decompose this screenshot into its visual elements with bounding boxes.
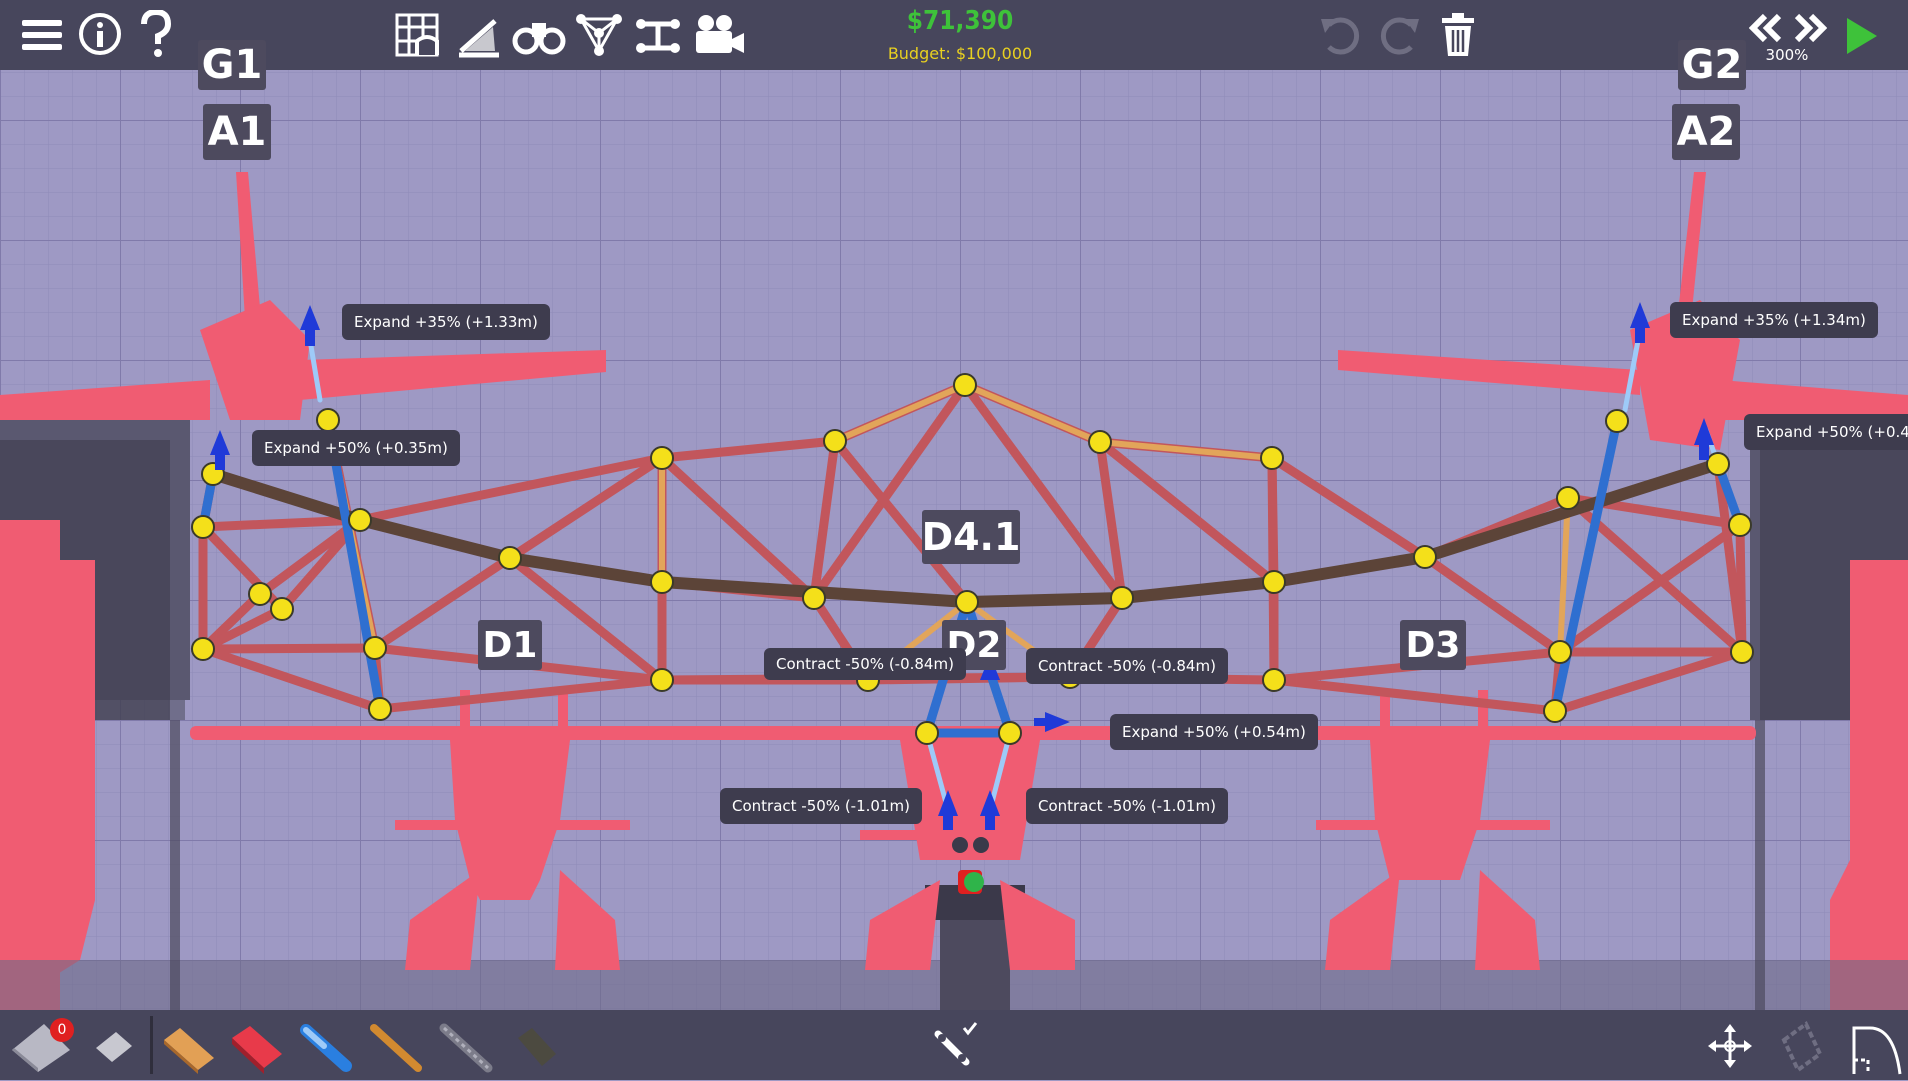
joint[interactable] [650, 446, 674, 470]
hydraulic-label: Contract -50% (-0.84m) [764, 648, 966, 680]
measure-icon[interactable] [634, 14, 682, 58]
binoculars-icon[interactable] [512, 12, 566, 58]
trash-icon[interactable] [1436, 10, 1480, 60]
play-icon[interactable] [1842, 14, 1882, 58]
joint[interactable] [1110, 586, 1134, 610]
tag-d3: D3 [1400, 620, 1466, 670]
steel-material-button[interactable] [228, 1020, 284, 1074]
joint[interactable] [1706, 452, 1730, 476]
joint[interactable] [1556, 486, 1580, 510]
joint[interactable] [191, 637, 215, 661]
rope-material-button[interactable] [368, 1020, 424, 1074]
joint[interactable] [915, 721, 939, 745]
select-box-icon[interactable] [1776, 1020, 1826, 1076]
road-beam[interactable] [961, 592, 1128, 608]
joint[interactable] [498, 546, 522, 570]
simulation-speed: 300% [1765, 46, 1809, 64]
corner-resize-icon[interactable] [1850, 1020, 1904, 1076]
joint[interactable] [368, 697, 392, 721]
joint[interactable] [1088, 430, 1112, 454]
toolbar-divider [150, 1016, 153, 1074]
hydraulic-controller-icon[interactable] [932, 1020, 982, 1070]
joint[interactable] [270, 597, 294, 621]
budget-label: Budget: $100,000 [887, 44, 1033, 63]
joint[interactable] [1262, 570, 1286, 594]
undo-icon[interactable] [1318, 10, 1364, 60]
joint[interactable] [953, 373, 977, 397]
joint[interactable] [650, 668, 674, 692]
tag-a1: A1 [203, 104, 271, 160]
info-icon[interactable] [76, 10, 124, 58]
tag-a2: A2 [1672, 104, 1740, 160]
grid-snap-icon[interactable] [392, 10, 442, 60]
joint[interactable] [316, 408, 340, 432]
money-remaining: $71,390 [906, 6, 1014, 36]
joint[interactable] [348, 508, 372, 532]
redo-icon[interactable] [1376, 10, 1422, 60]
help-icon[interactable] [136, 8, 176, 60]
wood-material-button[interactable] [160, 1022, 216, 1074]
joint[interactable] [1543, 699, 1567, 723]
joint[interactable] [1548, 640, 1572, 664]
joint[interactable] [650, 570, 674, 594]
joint-mode-icon[interactable] [574, 12, 624, 58]
joint[interactable] [823, 429, 847, 453]
tag-g1: G1 [198, 40, 266, 90]
tag-d41: D4.1 [922, 510, 1020, 564]
joint[interactable] [363, 636, 387, 660]
hydraulic-label: Expand +35% (+1.34m) [1670, 302, 1878, 338]
speed-up-icon[interactable] [1792, 8, 1828, 48]
joint[interactable] [955, 590, 979, 614]
joint[interactable] [1728, 513, 1752, 537]
joint[interactable] [1730, 640, 1754, 664]
joint[interactable] [1605, 409, 1629, 433]
joint[interactable] [191, 515, 215, 539]
hydraulic-label: Expand +50% (+0.43m) [1744, 414, 1908, 450]
menu-icon[interactable] [18, 12, 66, 58]
hydraulic-label: Contract -50% (-1.01m) [1026, 788, 1228, 824]
joint[interactable] [248, 582, 272, 606]
steel-beam[interactable] [198, 643, 380, 654]
hydraulic-label: Expand +50% (+0.54m) [1110, 714, 1318, 750]
hydraulic-label: Expand +35% (+1.33m) [342, 304, 550, 340]
eraser-icon[interactable] [92, 1026, 136, 1066]
hydraulic-label: Expand +50% (+0.35m) [252, 430, 460, 466]
hydraulic-label: Contract -50% (-0.84m) [1026, 648, 1228, 684]
joint[interactable] [998, 721, 1022, 745]
selected-count-badge: 0 [50, 1018, 74, 1042]
joint[interactable] [802, 586, 826, 610]
slow-down-icon[interactable] [1748, 8, 1784, 48]
camera-icon[interactable] [692, 12, 746, 58]
joint[interactable] [1262, 668, 1286, 692]
tag-g2: G2 [1678, 40, 1746, 90]
stress-view-icon[interactable] [454, 10, 504, 60]
cable-material-button[interactable] [438, 1020, 494, 1074]
move-pan-icon[interactable] [1706, 1022, 1756, 1072]
hydraulic-label: Contract -50% (-1.01m) [720, 788, 922, 824]
spring-material-button[interactable] [508, 1020, 564, 1074]
joint[interactable] [1260, 446, 1284, 470]
hydraulic-material-button[interactable] [298, 1020, 354, 1074]
joint[interactable] [1413, 545, 1437, 569]
tag-d1: D1 [478, 620, 542, 670]
arrow-shaft [305, 328, 315, 346]
